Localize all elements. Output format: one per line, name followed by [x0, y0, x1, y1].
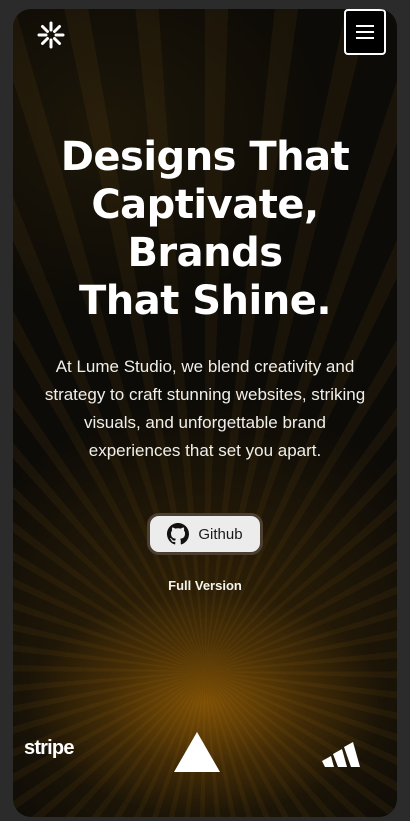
- hero-title: Designs That Captivate, Brands That Shin…: [13, 133, 397, 325]
- hero-title-line: Brands: [127, 230, 283, 276]
- hero-description: At Lume Studio, we blend creativity and …: [44, 357, 366, 460]
- menu-button[interactable]: [344, 9, 386, 55]
- full-version-link[interactable]: Full Version: [13, 578, 397, 593]
- github-button-label: Github: [198, 525, 243, 543]
- github-icon: [167, 523, 190, 545]
- hero-title-line: Captivate,: [91, 182, 319, 228]
- hero-title-line: Designs That: [60, 134, 350, 180]
- asterisk-sunburst-icon[interactable]: [37, 21, 65, 49]
- adidas-logo: [322, 742, 360, 767]
- hamburger-menu-icon: [356, 25, 374, 39]
- app-frame: Designs That Captivate, Brands That Shin…: [13, 9, 397, 817]
- vercel-triangle-logo: [174, 732, 220, 772]
- stripe-logo: stripe: [24, 737, 74, 759]
- github-button[interactable]: Github: [147, 513, 263, 555]
- hero-title-line: That Shine.: [78, 278, 332, 324]
